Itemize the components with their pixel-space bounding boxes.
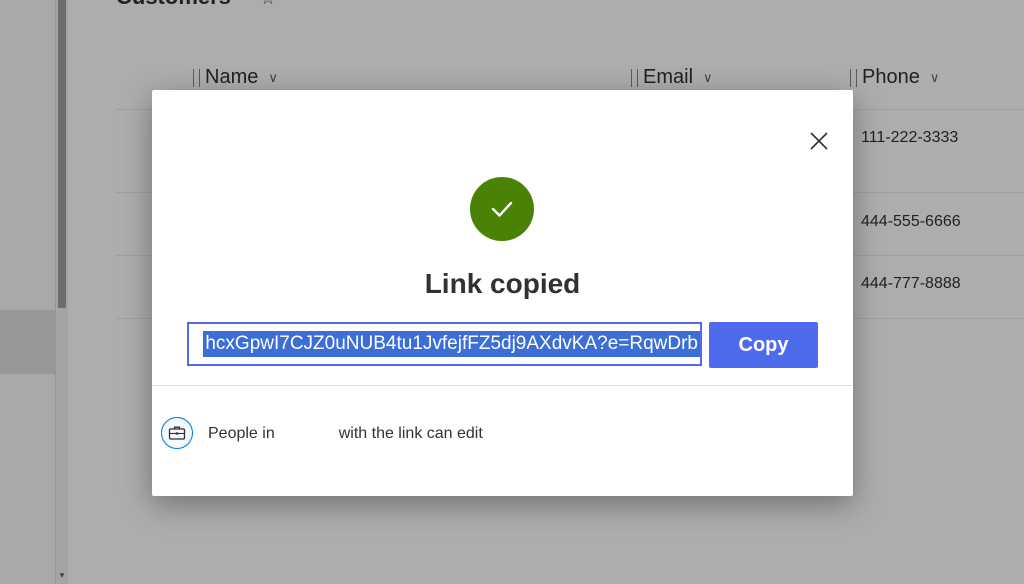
link-copied-dialog: Link copied hcxGpwI7CJZ0uNUB4tu1JvfejfFZ…: [152, 90, 853, 496]
dialog-title: Link copied: [424, 268, 581, 299]
copy-button[interactable]: Copy: [709, 322, 818, 368]
permission-suffix: with the link can edit: [338, 425, 483, 442]
briefcase-icon[interactable]: [161, 417, 193, 449]
dialog-divider: [152, 385, 853, 386]
success-badge: [470, 177, 534, 241]
link-field-selected-text[interactable]: hcxGpwI7CJZ0uNUB4tu1JvfejfFZ5dj9AXdvKA?e…: [203, 331, 700, 357]
close-icon[interactable]: [808, 130, 830, 152]
permission-prefix: People in: [208, 425, 275, 442]
checkmark-icon: [491, 201, 513, 217]
link-field[interactable]: hcxGpwI7CJZ0uNUB4tu1JvfejfFZ5dj9AXdvKA?e…: [187, 322, 702, 366]
link-permission-setting[interactable]: People in with the link can edit: [208, 425, 483, 443]
